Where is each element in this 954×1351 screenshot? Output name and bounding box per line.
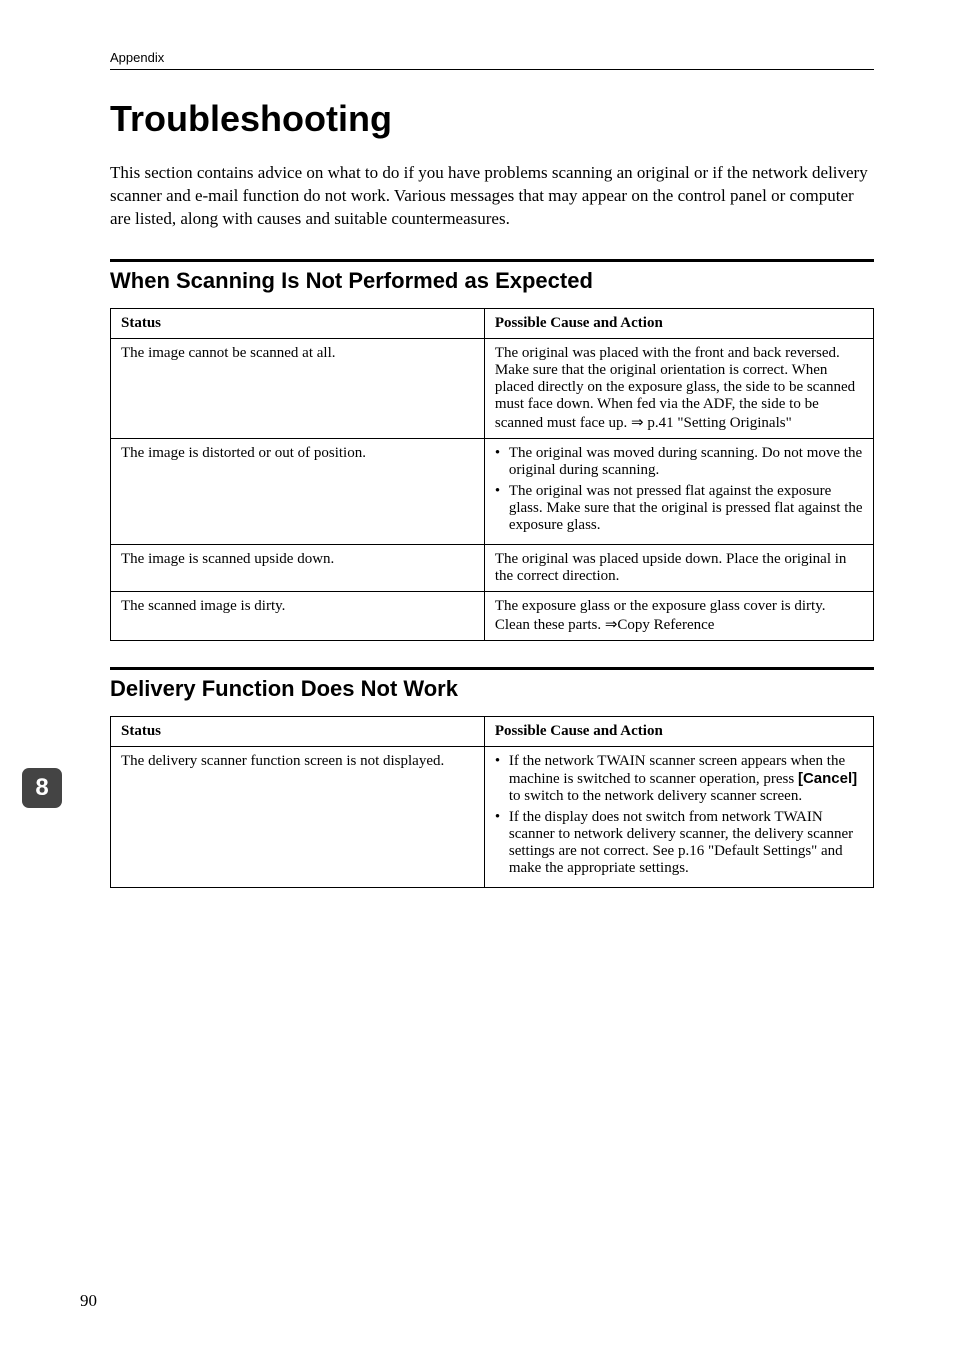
status-cell: The scanned image is dirty. <box>111 591 485 640</box>
bullet-bold: [Cancel] <box>798 770 857 787</box>
table-header-row: Status Possible Cause and Action <box>111 308 874 338</box>
col-action: Possible Cause and Action <box>484 308 873 338</box>
status-cell: The image is scanned upside down. <box>111 544 485 591</box>
intro-paragraph: This section contains advice on what to … <box>110 162 874 231</box>
table-row: The image is scanned upside down. The or… <box>111 544 874 591</box>
page-number: 90 <box>80 1291 97 1311</box>
list-item: The original was not pressed flat agains… <box>495 483 863 534</box>
status-cell: The delivery scanner function screen is … <box>111 746 485 887</box>
bullet-post: to switch to the network delivery scanne… <box>509 788 802 804</box>
col-action: Possible Cause and Action <box>484 716 873 746</box>
col-status: Status <box>111 716 485 746</box>
action-cell: If the network TWAIN scanner screen appe… <box>484 746 873 887</box>
section1-heading: When Scanning Is Not Performed as Expect… <box>110 268 874 294</box>
action-cell: The original was moved during scanning. … <box>484 438 873 544</box>
section2-table: Status Possible Cause and Action The del… <box>110 716 874 888</box>
section-rule <box>110 259 874 262</box>
list-item: If the network TWAIN scanner screen appe… <box>495 753 863 805</box>
action-cell: The exposure glass or the exposure glass… <box>484 591 873 640</box>
chapter-tab: 8 <box>22 768 62 808</box>
list-item: The original was moved during scanning. … <box>495 445 863 479</box>
section-rule <box>110 667 874 670</box>
bullet-pre: If the network TWAIN scanner screen appe… <box>509 753 845 787</box>
section2-heading: Delivery Function Does Not Work <box>110 676 874 702</box>
status-cell: The image is distorted or out of positio… <box>111 438 485 544</box>
appendix-header: Appendix <box>110 50 874 70</box>
status-cell: The image cannot be scanned at all. <box>111 338 485 438</box>
table-row: The image cannot be scanned at all. The … <box>111 338 874 438</box>
table-row: The image is distorted or out of positio… <box>111 438 874 544</box>
section1-table: Status Possible Cause and Action The ima… <box>110 308 874 641</box>
action-cell: The original was placed with the front a… <box>484 338 873 438</box>
col-status: Status <box>111 308 485 338</box>
table-row: The scanned image is dirty. The exposure… <box>111 591 874 640</box>
action-cell: The original was placed upside down. Pla… <box>484 544 873 591</box>
page-title: Troubleshooting <box>110 98 874 140</box>
table-header-row: Status Possible Cause and Action <box>111 716 874 746</box>
table-row: The delivery scanner function screen is … <box>111 746 874 887</box>
list-item: If the display does not switch from netw… <box>495 809 863 877</box>
